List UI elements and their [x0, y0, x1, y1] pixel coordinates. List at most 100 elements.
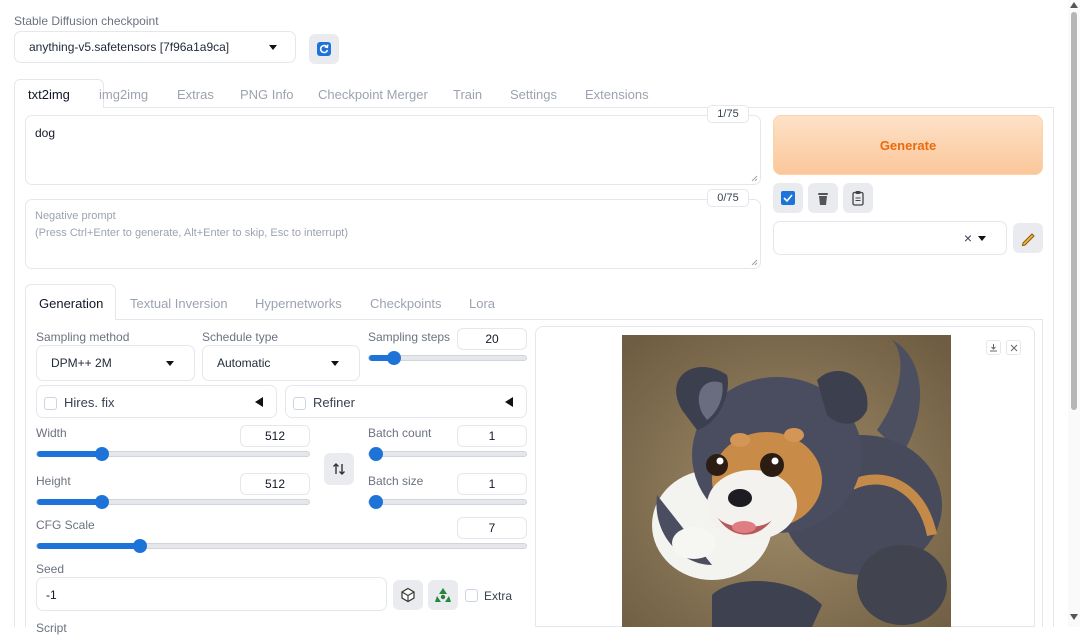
tab-png-info[interactable]: PNG Info [240, 87, 293, 102]
styles-dropdown[interactable]: × [773, 221, 1007, 255]
tab-hypernetworks[interactable]: Hypernetworks [255, 296, 342, 311]
tab-divider [104, 107, 1054, 108]
hires-fix-checkbox[interactable] [44, 397, 57, 410]
tab-train[interactable]: Train [453, 87, 482, 102]
width-slider-fill [37, 451, 103, 457]
recycle-icon [435, 588, 451, 602]
download-button[interactable] [986, 340, 1001, 355]
tab-checkpoints[interactable]: Checkpoints [370, 296, 442, 311]
cfg-scale-slider[interactable] [36, 539, 527, 553]
swap-dimensions-button[interactable] [324, 453, 354, 485]
batch-size-slider[interactable] [368, 495, 527, 509]
reuse-seed-button[interactable] [428, 580, 458, 610]
tab-settings[interactable]: Settings [510, 87, 557, 102]
sampling-steps-label: Sampling steps [368, 330, 451, 344]
scroll-up-icon[interactable] [1070, 2, 1078, 8]
prompt-textarea[interactable]: dog [25, 115, 761, 185]
tab-textual-inversion[interactable]: Textual Inversion [130, 296, 228, 311]
width-input[interactable]: 512 [240, 425, 310, 447]
refiner-checkbox[interactable] [293, 397, 306, 410]
prompt-token-counter: 1/75 [707, 105, 749, 123]
cfg-scale-slider-fill [37, 543, 140, 549]
panel-right-border [1053, 107, 1054, 627]
refresh-icon [317, 42, 331, 56]
seed-label: Seed [36, 562, 65, 576]
checkpoint-label: Stable Diffusion checkpoint [14, 14, 159, 28]
negative-prompt-textarea[interactable]: Negative prompt (Press Ctrl+Enter to gen… [25, 199, 761, 269]
chevron-down-icon [978, 236, 986, 241]
seed-input[interactable]: -1 [36, 577, 387, 611]
close-icon [1010, 344, 1017, 351]
sampling-steps-slider[interactable] [368, 351, 527, 365]
batch-size-input[interactable]: 1 [457, 473, 527, 495]
script-label: Script [36, 621, 67, 635]
checkbox-checked-icon [781, 191, 795, 205]
batch-count-slider-thumb[interactable] [369, 447, 383, 461]
schedule-type-dropdown[interactable]: Automatic [202, 345, 360, 381]
chevron-down-icon [331, 361, 339, 366]
tab-lora[interactable]: Lora [469, 296, 495, 311]
generate-button[interactable]: Generate [773, 115, 1043, 175]
collapse-arrow-icon[interactable] [505, 397, 514, 407]
refiner-label: Refiner [313, 395, 355, 410]
batch-count-label: Batch count [368, 426, 432, 440]
clear-prompt-button[interactable] [808, 183, 838, 213]
width-label: Width [36, 426, 67, 440]
download-icon [990, 344, 997, 352]
refresh-checkpoint-button[interactable] [309, 34, 339, 64]
batch-count-slider[interactable] [368, 447, 527, 461]
chevron-down-icon [269, 45, 277, 50]
swap-arrows-icon [333, 463, 345, 475]
sampling-steps-input[interactable]: 20 [457, 328, 527, 350]
cfg-scale-label: CFG Scale [36, 518, 95, 532]
tab-checkpoint-merger[interactable]: Checkpoint Merger [318, 87, 428, 102]
apply-styles-button[interactable] [773, 183, 803, 213]
height-slider-fill [37, 499, 103, 505]
width-slider[interactable] [36, 447, 310, 461]
generate-label: Generate [879, 137, 937, 153]
resize-handle-icon[interactable] [751, 175, 758, 182]
sampling-steps-slider-thumb[interactable] [387, 351, 402, 365]
tab-extras[interactable]: Extras [177, 87, 214, 102]
batch-count-input[interactable]: 1 [457, 425, 527, 447]
generated-dog-image[interactable] [622, 335, 951, 627]
sampling-method-dropdown[interactable]: DPM++ 2M [36, 345, 195, 381]
tab-txt2img[interactable]: txt2img [28, 87, 70, 102]
prompt-text: dog [35, 126, 56, 140]
cfg-scale-slider-thumb[interactable] [132, 539, 147, 553]
dice-icon [401, 587, 415, 603]
scroll-down-icon[interactable] [1070, 614, 1078, 620]
height-slider[interactable] [36, 495, 310, 509]
hires-fix-label: Hires. fix [64, 395, 115, 410]
resize-handle-icon[interactable] [751, 259, 758, 266]
close-output-button[interactable] [1006, 340, 1021, 355]
extra-seed-checkbox[interactable] [465, 589, 478, 602]
refiner-accordion[interactable]: Refiner [285, 385, 527, 418]
scrollbar-thumb[interactable] [1071, 12, 1077, 410]
cfg-scale-input[interactable]: 7 [457, 517, 527, 539]
tab-extensions[interactable]: Extensions [585, 87, 649, 102]
schedule-type-value: Automatic [217, 356, 271, 370]
checkpoint-dropdown[interactable]: anything-v5.safetensors [7f96a1a9ca] [14, 31, 296, 63]
random-seed-button[interactable] [393, 580, 423, 610]
tab-generation[interactable]: Generation [39, 296, 103, 311]
collapse-arrow-icon[interactable] [255, 397, 264, 407]
checkpoint-value: anything-v5.safetensors [7f96a1a9ca] [29, 40, 230, 54]
clipboard-icon [852, 191, 864, 206]
height-input[interactable]: 512 [240, 473, 310, 495]
trash-icon [818, 193, 828, 205]
dog-illustration [622, 335, 951, 627]
subpanel-left-border [25, 319, 26, 627]
height-label: Height [36, 474, 71, 488]
hires-fix-accordion[interactable]: Hires. fix [36, 385, 277, 418]
width-slider-thumb[interactable] [95, 447, 110, 461]
paste-prompt-button[interactable] [843, 183, 873, 213]
schedule-type-label: Schedule type [202, 330, 279, 344]
edit-styles-button[interactable] [1013, 223, 1043, 253]
height-slider-thumb[interactable] [95, 495, 110, 509]
pencil-icon [1021, 233, 1035, 247]
tab-img2img[interactable]: img2img [99, 87, 148, 102]
scrollbar-track[interactable] [1068, 0, 1080, 627]
batch-size-slider-thumb[interactable] [369, 495, 383, 509]
clear-styles-icon[interactable]: × [964, 230, 972, 246]
